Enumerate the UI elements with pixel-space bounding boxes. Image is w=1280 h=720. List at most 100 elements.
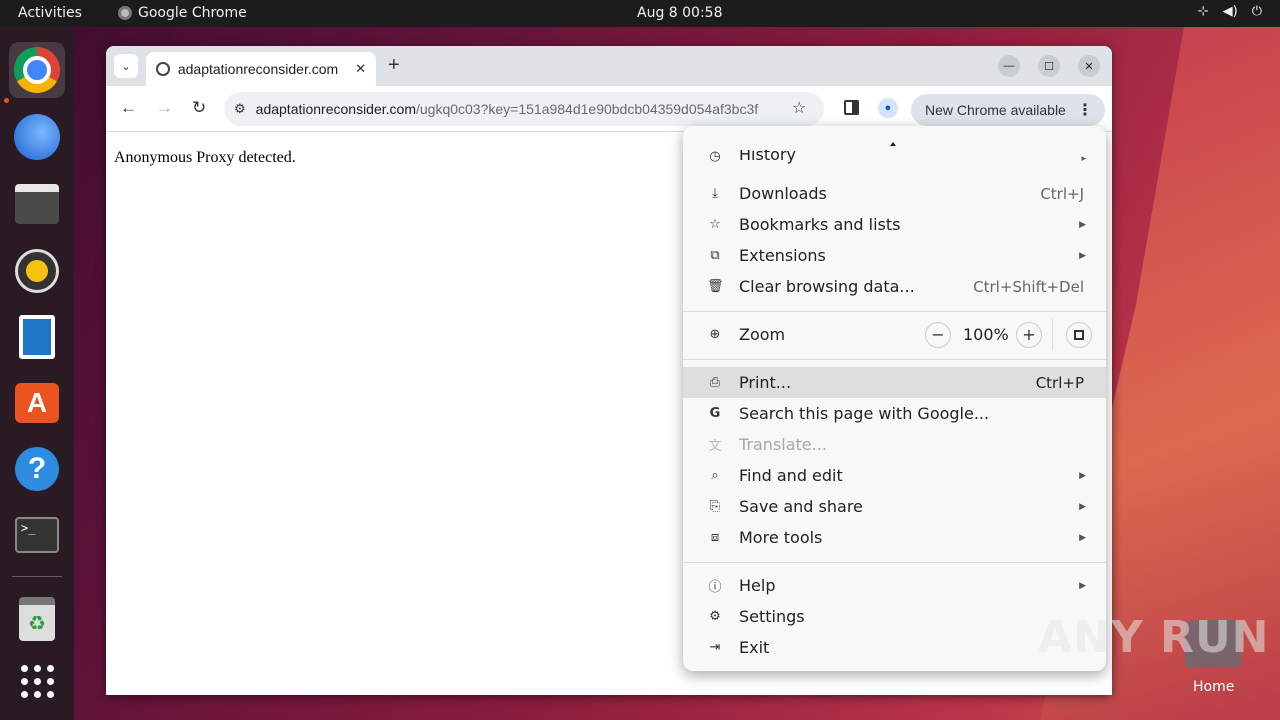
puzzle-icon: ⧉ bbox=[710, 248, 720, 263]
volume-icon: ◀) bbox=[1222, 4, 1238, 19]
menu-item-label: Save and share bbox=[739, 497, 863, 516]
close-window-button[interactable]: ✕ bbox=[1078, 55, 1100, 77]
minimize-button[interactable]: — bbox=[998, 55, 1020, 77]
dock-rhythmbox[interactable] bbox=[9, 243, 65, 299]
menu-shortcut: Ctrl+J bbox=[1040, 184, 1084, 203]
dock-chrome[interactable] bbox=[9, 42, 65, 98]
menu-item-find-edit[interactable]: ⌕ Find and edit ▶ bbox=[683, 460, 1106, 491]
menu-item-translate: 文 Translate... bbox=[683, 429, 1106, 460]
menu-item-label: Find and edit bbox=[739, 466, 843, 485]
dock-app-center[interactable]: A bbox=[9, 375, 65, 431]
toolbox-icon: ⧈ bbox=[710, 530, 720, 545]
menu-item-history[interactable]: ◷ History ▸ bbox=[683, 150, 1106, 164]
submenu-arrow-icon: ▶ bbox=[1079, 532, 1086, 543]
network-icon: ⊹ bbox=[1197, 4, 1209, 19]
translate-icon: 文 bbox=[708, 439, 722, 454]
printer-icon: ⎙ bbox=[709, 375, 721, 390]
submenu-arrow-icon: ▸ bbox=[1081, 154, 1086, 164]
activities-button[interactable]: Activities bbox=[18, 5, 82, 21]
trash-icon: ♻ bbox=[19, 597, 55, 641]
power-icon: ⏻ bbox=[1251, 4, 1262, 19]
writer-icon bbox=[19, 315, 55, 359]
dock-trash[interactable]: ♻ bbox=[9, 591, 65, 647]
dock-writer[interactable] bbox=[9, 309, 65, 365]
menu-item-label: Settings bbox=[739, 607, 805, 626]
menu-shortcut: Ctrl+P bbox=[1035, 373, 1084, 392]
anyrun-watermark: ANY RUN bbox=[1038, 612, 1270, 663]
menu-item-more-tools[interactable]: ⧈ More tools ▶ bbox=[683, 522, 1106, 553]
forward-button[interactable]: → bbox=[156, 98, 173, 118]
update-label: New Chrome available bbox=[925, 102, 1066, 118]
bookmark-star-icon[interactable]: ☆ bbox=[792, 98, 806, 118]
menu-item-extensions[interactable]: ⧉ Extensions ▶ bbox=[683, 240, 1106, 271]
tab-strip: ⌄ adaptationreconsider.com ✕ + — ☐ ✕ bbox=[106, 46, 1112, 86]
menu-item-save-share[interactable]: ⎘ Save and share ▶ bbox=[683, 491, 1106, 522]
history-icon: ◷ bbox=[709, 150, 721, 164]
tab-search-button[interactable]: ⌄ bbox=[114, 54, 138, 78]
zoom-in-button[interactable]: + bbox=[1016, 321, 1042, 348]
scroll-up-icon[interactable] bbox=[889, 140, 897, 146]
menu-item-label: History bbox=[739, 150, 796, 164]
globe-icon bbox=[156, 62, 170, 76]
system-tray[interactable]: ⊹ ◀) ⏻ bbox=[1198, 4, 1262, 19]
url-host: adaptationreconsider.com bbox=[255, 101, 416, 117]
update-chrome-button[interactable]: New Chrome available ⋮ bbox=[911, 94, 1105, 126]
google-icon: G bbox=[709, 406, 721, 421]
exit-icon: ⇥ bbox=[709, 640, 721, 655]
chrome-app-icon bbox=[118, 6, 132, 20]
reload-button[interactable]: ↻ bbox=[192, 98, 206, 118]
files-icon bbox=[15, 184, 59, 224]
url-path: /ugkq0c03?key=151a984d1e90bdcb04359d054a… bbox=[415, 101, 759, 117]
running-indicator bbox=[4, 98, 9, 103]
help-icon: ⓘ bbox=[708, 580, 722, 595]
menu-item-label: Clear browsing data... bbox=[739, 277, 915, 296]
chevron-down-icon: ⌄ bbox=[121, 60, 131, 73]
menu-item-label: Print... bbox=[739, 373, 792, 392]
thunderbird-icon bbox=[14, 114, 60, 160]
menu-separator bbox=[683, 359, 1106, 360]
dock-files[interactable] bbox=[9, 176, 65, 232]
menu-item-label: Bookmarks and lists bbox=[739, 215, 901, 234]
grid-icon bbox=[20, 664, 54, 698]
submenu-arrow-icon: ▶ bbox=[1079, 219, 1086, 230]
find-icon: ⌕ bbox=[711, 468, 719, 483]
menu-item-search-google[interactable]: G Search this page with Google... bbox=[683, 398, 1106, 429]
site-info-icon[interactable]: ⚙ bbox=[234, 101, 246, 117]
top-bar: Activities Google Chrome Aug 8 00:58 ⊹ ◀… bbox=[0, 0, 1280, 27]
close-tab-icon[interactable]: ✕ bbox=[355, 61, 366, 77]
app-menu[interactable]: Google Chrome bbox=[118, 5, 247, 21]
zoom-out-button[interactable]: − bbox=[925, 321, 951, 348]
app-center-icon: A bbox=[15, 383, 59, 423]
menu-item-print[interactable]: ⎙ Print... Ctrl+P bbox=[683, 367, 1106, 398]
fullscreen-icon bbox=[1074, 329, 1084, 340]
chrome-menu: ◷ History ▸ ⤓ Downloads Ctrl+J ☆ Bookmar… bbox=[683, 126, 1106, 671]
tab-active[interactable]: adaptationreconsider.com ✕ bbox=[146, 52, 376, 86]
back-button[interactable]: ← bbox=[120, 98, 137, 118]
dock-help[interactable]: ? bbox=[9, 441, 65, 497]
address-bar[interactable]: ⚙ adaptationreconsider.com/ugkq0c03?key=… bbox=[224, 92, 824, 126]
side-panel-icon[interactable] bbox=[844, 100, 859, 115]
gear-icon: ⚙ bbox=[709, 609, 721, 624]
zoom-icon: ⊕ bbox=[709, 327, 721, 342]
show-apps-button[interactable] bbox=[9, 653, 65, 709]
menu-item-zoom: ⊕ Zoom − 100% + bbox=[683, 319, 1106, 350]
home-folder-label[interactable]: Home bbox=[1193, 679, 1234, 695]
profile-icon[interactable]: ● bbox=[878, 98, 898, 118]
new-tab-button[interactable]: + bbox=[388, 54, 400, 77]
menu-item-bookmarks[interactable]: ☆ Bookmarks and lists ▶ bbox=[683, 209, 1106, 240]
menu-item-label: Help bbox=[739, 576, 776, 595]
menu-item-clear-data[interactable]: 🗑 Clear browsing data... Ctrl+Shift+Del bbox=[683, 271, 1106, 302]
dock-thunderbird[interactable] bbox=[9, 109, 65, 165]
menu-item-downloads[interactable]: ⤓ Downloads Ctrl+J bbox=[683, 178, 1106, 209]
menu-item-label: Exit bbox=[739, 638, 770, 657]
download-icon: ⤓ bbox=[712, 186, 718, 201]
rhythmbox-icon bbox=[18, 252, 56, 290]
dock-terminal[interactable]: >_ bbox=[9, 507, 65, 563]
submenu-arrow-icon: ▶ bbox=[1079, 250, 1086, 261]
fullscreen-button[interactable] bbox=[1066, 321, 1092, 348]
submenu-arrow-icon: ▶ bbox=[1079, 501, 1086, 512]
maximize-button[interactable]: ☐ bbox=[1038, 55, 1060, 77]
menu-item-help[interactable]: ⓘ Help ▶ bbox=[683, 570, 1106, 601]
menu-item-label: More tools bbox=[739, 528, 823, 547]
clock[interactable]: Aug 8 00:58 bbox=[637, 5, 723, 21]
